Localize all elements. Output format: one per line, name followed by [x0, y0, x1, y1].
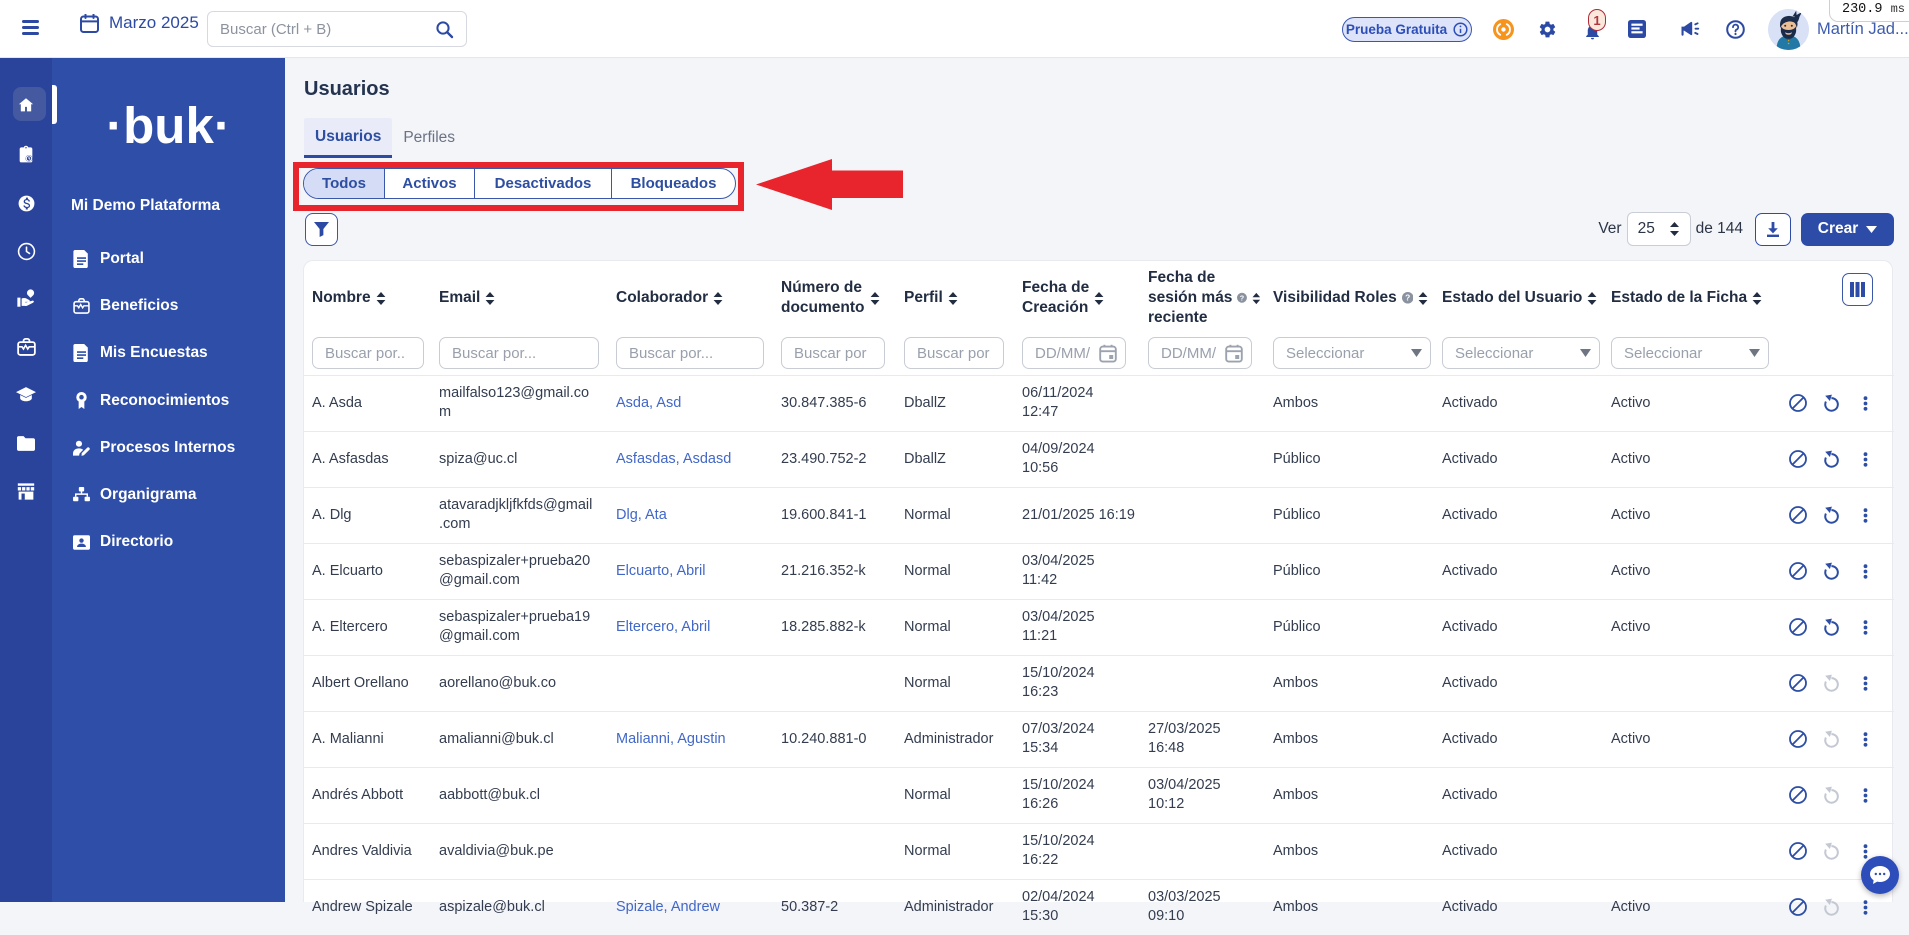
svg-text:?: ? [1405, 293, 1410, 303]
svg-text:?: ? [1240, 294, 1245, 303]
